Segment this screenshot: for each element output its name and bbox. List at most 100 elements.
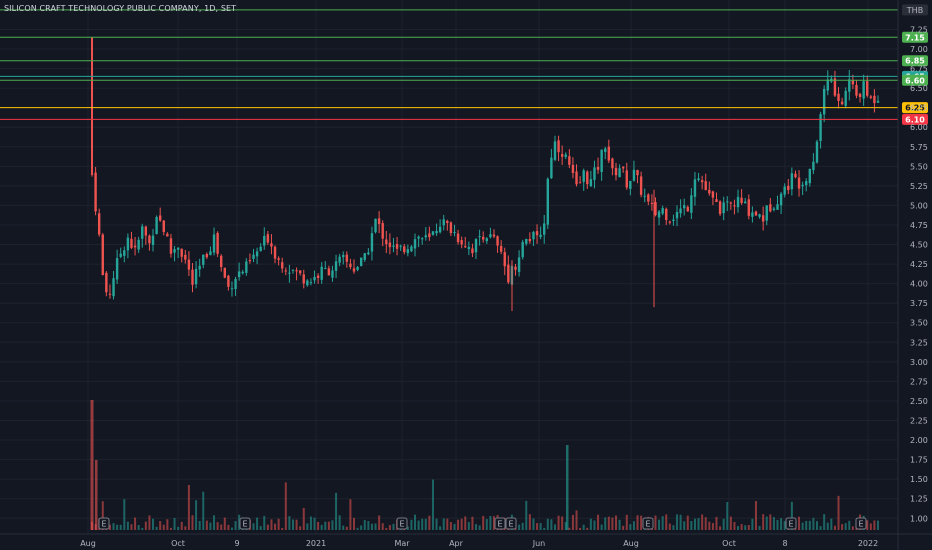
volume-bar bbox=[195, 500, 198, 530]
volume-bar bbox=[582, 524, 585, 530]
candle-body bbox=[438, 226, 442, 233]
candle-body bbox=[751, 212, 754, 217]
candle-body bbox=[589, 179, 593, 187]
y-tick-label: 4.50 bbox=[910, 241, 928, 250]
volume-bar bbox=[213, 515, 216, 530]
earnings-marker-label: E bbox=[788, 520, 793, 529]
volume-bar bbox=[169, 527, 172, 530]
candle-body bbox=[568, 156, 571, 165]
volume-bar bbox=[205, 520, 208, 530]
earnings-marker-label: E bbox=[508, 520, 513, 529]
candle-body bbox=[424, 235, 427, 238]
volume-bar bbox=[532, 518, 535, 530]
candle-body bbox=[600, 149, 603, 173]
volume-bar bbox=[467, 521, 470, 530]
y-tick-label: 6.25 bbox=[910, 104, 928, 113]
candle-body bbox=[385, 239, 388, 245]
candle-body bbox=[550, 157, 553, 179]
candle-body bbox=[715, 199, 718, 202]
candle-body bbox=[543, 223, 546, 235]
volume-bar bbox=[159, 521, 162, 530]
earnings-marker-label: E bbox=[242, 520, 247, 529]
candle-body bbox=[281, 262, 284, 269]
volume-bar bbox=[539, 523, 542, 530]
x-tick-label: Oct bbox=[722, 539, 736, 548]
volume-bar bbox=[464, 516, 467, 530]
volume-bar bbox=[378, 515, 381, 530]
candle-body bbox=[790, 173, 794, 190]
candle-body bbox=[661, 208, 664, 214]
volume-bar bbox=[589, 518, 592, 530]
volume-bar bbox=[439, 526, 442, 530]
candle-body bbox=[611, 158, 614, 169]
candle-body bbox=[693, 179, 697, 197]
volume-bar bbox=[826, 522, 829, 530]
volume-bar bbox=[708, 521, 711, 530]
volume-bar bbox=[758, 525, 761, 530]
volume-bar bbox=[769, 514, 772, 530]
candle-body bbox=[647, 194, 650, 202]
candle-body bbox=[327, 268, 331, 276]
volume-bar bbox=[144, 521, 147, 530]
volume-bar bbox=[866, 520, 869, 530]
candle-body bbox=[604, 148, 607, 152]
candle-body bbox=[675, 211, 679, 219]
candle-body bbox=[320, 266, 323, 280]
candle-body bbox=[166, 233, 169, 237]
price-chart[interactable]: 7.156.856.656.606.256.10 EEEEEEEE 7.257.… bbox=[0, 0, 932, 550]
volume-bar bbox=[754, 500, 757, 530]
candle-body bbox=[273, 246, 277, 259]
candle-body bbox=[374, 218, 377, 233]
volume-bar bbox=[525, 500, 528, 530]
candle-body bbox=[334, 261, 338, 271]
x-tick-label: Aug bbox=[623, 539, 639, 548]
candle-body bbox=[148, 235, 151, 244]
candle-body bbox=[169, 238, 173, 254]
candle-body bbox=[489, 234, 492, 238]
y-tick-label: 3.25 bbox=[910, 338, 928, 347]
volume-bar bbox=[833, 525, 836, 530]
volume-bar bbox=[837, 495, 840, 530]
candle-body bbox=[130, 238, 133, 248]
x-tick-label: Jun bbox=[532, 539, 546, 548]
volume-bar bbox=[636, 515, 639, 530]
volume-bar bbox=[345, 526, 348, 530]
candle-body bbox=[740, 197, 743, 204]
volume-bar bbox=[295, 519, 298, 530]
y-tick-label: 7.25 bbox=[910, 25, 928, 34]
earnings-marker-label: E bbox=[101, 520, 106, 529]
candle-body bbox=[176, 247, 180, 250]
y-tick-label: 1.00 bbox=[910, 514, 928, 523]
candle-body bbox=[686, 207, 689, 212]
candle-body bbox=[97, 213, 101, 235]
candle-body bbox=[575, 171, 578, 185]
y-tick-label: 3.75 bbox=[910, 299, 928, 308]
volume-bar bbox=[431, 479, 434, 530]
volume-bar bbox=[266, 524, 269, 530]
y-tick-label: 2.00 bbox=[910, 436, 928, 445]
volume-bar bbox=[173, 517, 176, 530]
volume-bar bbox=[566, 445, 569, 530]
volume-bar bbox=[417, 520, 420, 530]
candle-body bbox=[227, 275, 230, 287]
volume-bar bbox=[715, 516, 718, 530]
level-price-label: 7.15 bbox=[905, 33, 925, 42]
y-tick-label: 5.75 bbox=[910, 143, 928, 152]
candle-body bbox=[460, 240, 463, 245]
candle-body bbox=[632, 169, 636, 181]
volume-bar bbox=[722, 518, 725, 530]
candle-body bbox=[137, 239, 140, 250]
candle-body bbox=[650, 203, 654, 205]
volume-bar bbox=[90, 400, 94, 530]
volume-bar bbox=[618, 519, 621, 530]
volume-bar bbox=[320, 524, 323, 530]
candle-body bbox=[596, 166, 600, 170]
volume-bar bbox=[622, 525, 625, 530]
candle-body bbox=[255, 251, 259, 257]
candle-body bbox=[779, 193, 783, 206]
candle-body bbox=[654, 202, 657, 216]
volume-bar bbox=[557, 515, 560, 530]
volume-bar bbox=[475, 524, 478, 530]
x-tick-label: 2021 bbox=[306, 539, 326, 548]
x-tick-label: Aug bbox=[80, 539, 96, 548]
